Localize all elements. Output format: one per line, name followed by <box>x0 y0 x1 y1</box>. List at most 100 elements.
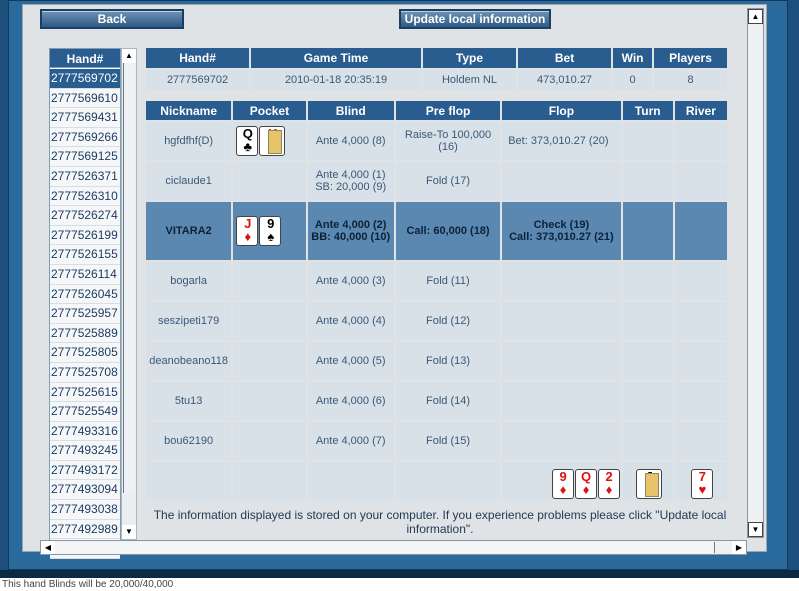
hand-list-item[interactable]: 2777492989 <box>50 519 120 540</box>
pocket-cell <box>233 262 306 300</box>
scroll-down-arrow-icon[interactable]: ▼ <box>122 525 136 539</box>
flop-cell <box>502 342 621 380</box>
card-group: 9 ♦ Q ♦ 2 ♦ <box>503 469 620 499</box>
board-empty-cell <box>233 462 306 500</box>
playing-card: 9 ♦ <box>551 469 574 499</box>
blind-cell: Ante 4,000 (6) <box>307 382 394 420</box>
vertical-scrollbar[interactable]: ▲ ▼ <box>747 8 764 538</box>
preflop-cell: Call: 60,000 (18) <box>395 202 501 260</box>
river-cell <box>674 422 727 460</box>
horizontal-scrollbar[interactable]: ◀ ▶ <box>40 540 747 555</box>
nickname-cell-text: bou62190 <box>164 435 214 447</box>
board-river-cell: 7 ♥ <box>674 462 727 500</box>
preflop-cell-text: Fold (17) <box>426 175 471 187</box>
hand-list-item[interactable]: 2777526155 <box>50 245 120 265</box>
hand-list-item[interactable]: 2777569702 <box>50 69 120 89</box>
hand-table-cell: Holdem NL <box>422 70 516 90</box>
scroll-right-arrow-icon[interactable]: ▶ <box>732 541 746 554</box>
scroll-thumb[interactable] <box>123 63 135 493</box>
player-row: seszipeti179 Ante 4,000 (4) Fold (12) <box>146 302 727 340</box>
hand-table-header: Players <box>654 48 727 68</box>
hand-list-item[interactable]: 2777525549 <box>50 402 120 422</box>
nickname-cell: bou62190 <box>146 422 232 460</box>
pocket-cell: Q♣K♦ <box>233 122 306 160</box>
hand-list-item[interactable]: 2777526371 <box>50 166 120 187</box>
hand-list-item[interactable]: 2777493316 <box>50 421 120 442</box>
hand-list-item[interactable]: 2777493038 <box>50 500 120 520</box>
river-cell <box>674 382 727 420</box>
card-suit-icon: ♦ <box>559 482 567 497</box>
card-suit-icon: ♥ <box>698 482 707 497</box>
preflop-cell-text: Fold (13) <box>426 355 471 367</box>
river-cell <box>674 162 727 200</box>
back-button[interactable]: Back <box>40 9 184 29</box>
pocket-cell <box>233 302 306 340</box>
playing-card: Q ♦ <box>574 469 597 499</box>
player-row: bou62190 Ante 4,000 (7) Fold (15) <box>146 422 727 460</box>
hand-list-scrollbar[interactable]: ▲ ▼ <box>121 48 137 540</box>
turn-cell <box>622 122 673 160</box>
flop-cell <box>502 422 621 460</box>
hand-list-item[interactable]: 2777525708 <box>50 362 120 383</box>
turn-cell <box>622 382 673 420</box>
nickname-cell-text: ciclaude1 <box>165 175 212 187</box>
hand-list-item[interactable]: 2777525805 <box>50 343 120 363</box>
hand-list-header: Hand# <box>49 48 121 68</box>
playing-card: K♦ <box>259 126 286 156</box>
flop-cell: Check (19) Call: 373,010.27 (21) <box>502 202 621 260</box>
preflop-cell-text: Fold (12) <box>426 315 471 327</box>
hand-summary-table: Hand# Game Time Type Bet Win Players 27775697… <box>144 46 729 92</box>
turn-cell <box>622 162 673 200</box>
scroll-left-arrow-icon[interactable]: ◀ <box>41 541 55 554</box>
blind-cell: Ante 4,000 (3) <box>307 262 394 300</box>
hand-list-item[interactable]: 2777525615 <box>50 382 120 403</box>
turn-cell <box>622 302 673 340</box>
nickname-cell-text: seszipeti179 <box>158 315 220 327</box>
preflop-cell: Fold (13) <box>395 342 501 380</box>
hand-list-item[interactable]: 2777569266 <box>50 127 120 148</box>
nickname-cell: seszipeti179 <box>146 302 232 340</box>
scroll-up-arrow-icon[interactable]: ▲ <box>748 9 763 24</box>
hand-list-item[interactable]: 2777526274 <box>50 206 120 226</box>
hand-table-cell: 473,010.27 <box>518 70 612 90</box>
flop-cell-text: Check (19) Call: 373,010.27 (21) <box>509 219 614 243</box>
preflop-cell-text: Raise-To 100,000 (16) <box>404 129 492 153</box>
hand-list-item[interactable]: 2777525889 <box>50 323 120 344</box>
board-empty-cell <box>395 462 501 500</box>
players-action-table: Nickname Pocket Blind Pre flop Flop Turn River… <box>144 99 729 502</box>
card-group: J ♦ 9 ♠ <box>234 216 304 246</box>
hand-list-item[interactable]: 2777569610 <box>50 88 120 109</box>
hand-list-item[interactable]: 2777526310 <box>50 186 120 207</box>
hand-list-item[interactable]: 2777526045 <box>50 284 120 305</box>
players-table-header: Turn <box>622 101 673 120</box>
update-local-information-button[interactable]: Update local information <box>399 9 551 29</box>
face-card-picture <box>268 130 283 154</box>
hand-list-item[interactable]: 2777493094 <box>50 480 120 501</box>
hand-list-item[interactable]: 2777493245 <box>50 441 120 461</box>
hand-list-item[interactable]: 2777526114 <box>50 264 120 285</box>
card-group: J♠ <box>624 469 672 499</box>
hand-list-item[interactable]: 2777525957 <box>50 304 120 324</box>
card-suit-icon: ♠ <box>267 229 275 244</box>
flop-cell: Bet: 373,010.27 (20) <box>502 122 621 160</box>
hand-table-cell: 2010-01-18 20:35:19 <box>251 70 421 90</box>
scroll-up-arrow-icon[interactable]: ▲ <box>122 49 136 63</box>
blind-cell-text: Ante 4,000 (4) <box>315 315 386 327</box>
turn-cell <box>622 202 673 260</box>
card-suit-icon: ♣ <box>243 139 253 154</box>
hand-list-item[interactable]: 2777569431 <box>50 108 120 128</box>
nickname-cell: ciclaude1 <box>146 162 232 200</box>
river-cell <box>674 342 727 380</box>
face-card-picture <box>644 473 659 497</box>
hand-list-item[interactable]: 2777569125 <box>50 147 120 167</box>
scroll-thumb[interactable] <box>55 542 715 553</box>
hand-table-cell: 8 <box>654 70 727 90</box>
card-suit-icon: ♦ <box>605 482 613 497</box>
hand-list-item[interactable]: 2777526199 <box>50 225 120 246</box>
players-table-header: Pocket <box>233 101 306 120</box>
playing-card: J♠ <box>635 469 662 499</box>
card-group: 7 ♥ <box>676 469 726 499</box>
nickname-cell-text: bogarla <box>170 275 207 287</box>
scroll-down-arrow-icon[interactable]: ▼ <box>748 522 763 537</box>
hand-list-item[interactable]: 2777493172 <box>50 460 120 481</box>
